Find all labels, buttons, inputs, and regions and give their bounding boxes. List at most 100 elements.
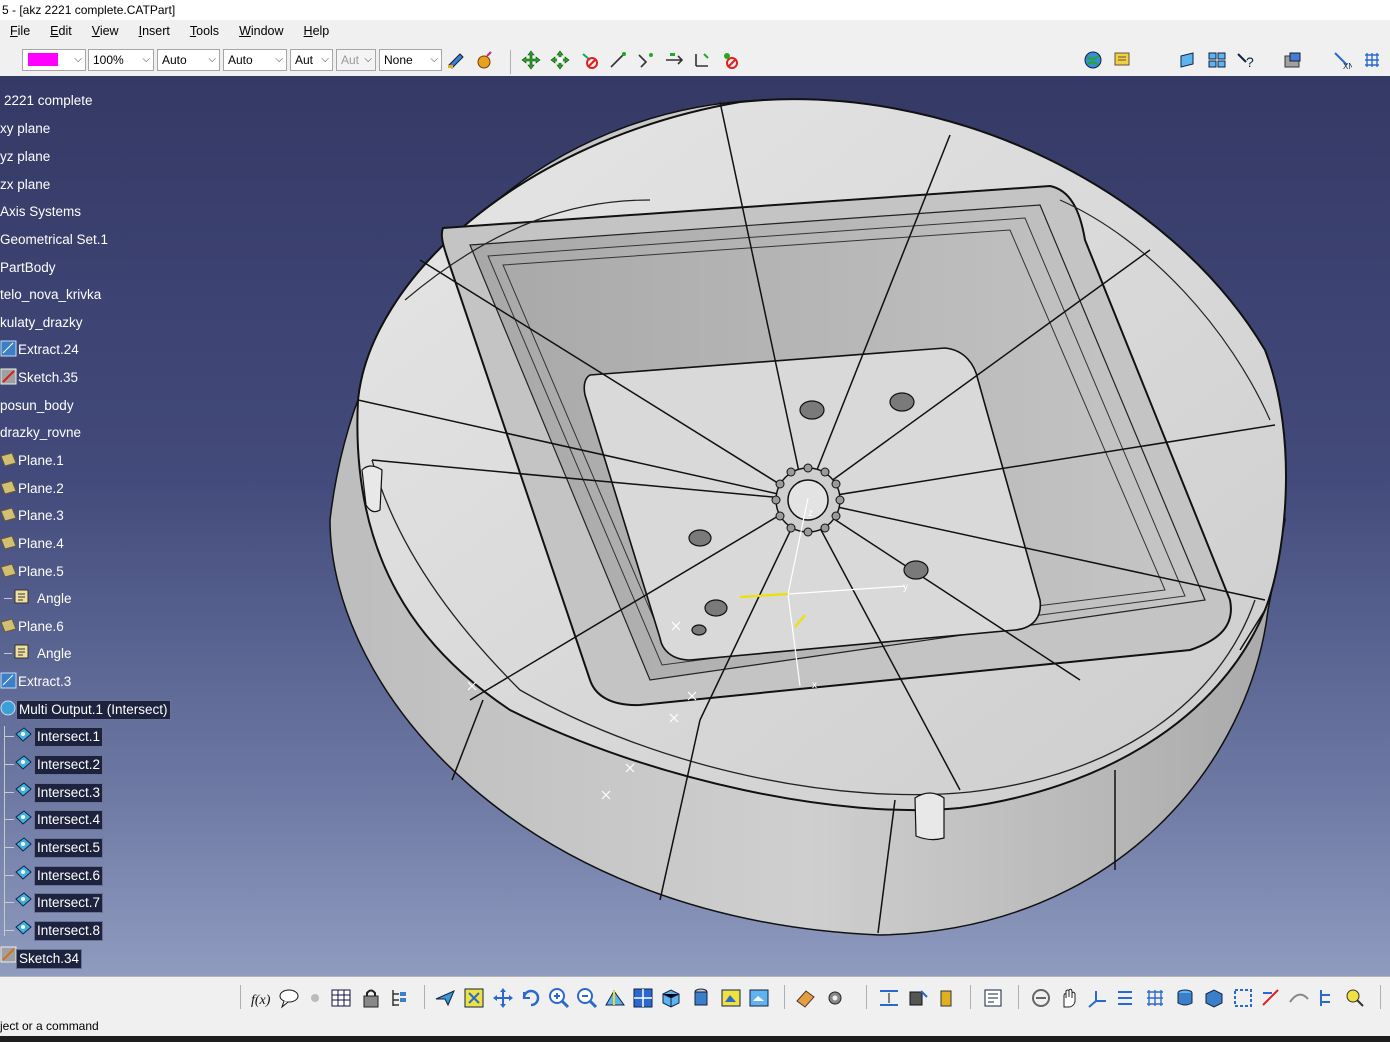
sketch-analysis-icon[interactable] [1030,987,1052,1009]
tree-item-geometrical-set[interactable]: Geometrical Set.1 [0,231,108,249]
fly-mode-icon[interactable] [434,987,456,1009]
swap-space-icon[interactable] [748,987,770,1009]
menu-insert[interactable]: Insert [129,20,180,42]
tree-item-intersect-5[interactable]: Intersect.5 [34,838,104,858]
frame-icon[interactable] [1232,987,1254,1009]
axis-system-icon[interactable] [1086,987,1108,1009]
solid-icon[interactable] [1203,987,1225,1009]
point-symbol-combo[interactable]: Aut ⌵ [290,49,333,71]
list-tree-icon[interactable] [1114,987,1136,1009]
knowledge-icon[interactable] [304,987,326,1009]
snap-icon[interactable] [580,50,600,70]
work-grid-icon[interactable] [1144,987,1166,1009]
measure-item-icon[interactable] [907,987,929,1009]
color-combo[interactable]: ⌵ [22,49,86,71]
comment-icon[interactable] [278,987,300,1009]
menu-file[interactable]: File [0,20,40,42]
tree-item-plane-5[interactable]: Plane.5 [18,563,64,581]
tree-item-intersect-6[interactable]: Intersect.6 [34,866,104,886]
multi-window-icon[interactable] [1207,50,1227,70]
menu-view[interactable]: View [82,20,129,42]
tools-box-icon[interactable] [1283,50,1303,70]
zoom-in-icon[interactable] [548,987,570,1009]
tree-item-partbody[interactable]: PartBody [0,259,56,277]
iso-view-icon[interactable] [660,987,682,1009]
tree-item-angle-2[interactable]: Angle [37,645,72,663]
tree-item-zx-plane[interactable]: zx plane [0,176,50,194]
settings-gear-icon[interactable] [824,987,846,1009]
tree-item-multi-output[interactable]: Multi Output.1 (Intersect) [16,700,171,720]
measure-inertia-icon[interactable] [935,987,957,1009]
rotate-icon[interactable] [550,50,570,70]
shading-icon[interactable] [690,987,712,1009]
formula-icon[interactable]: f(x) [250,987,272,1009]
lock-icon[interactable] [360,987,382,1009]
cylinder-icon[interactable] [1174,987,1196,1009]
tree-expand-icon[interactable] [389,987,411,1009]
tree-item-intersect-4[interactable]: Intersect.4 [34,810,104,830]
fit-all-icon[interactable] [463,987,485,1009]
menu-tools[interactable]: Tools [180,20,229,42]
tree-item-intersect-1[interactable]: Intersect.1 [34,727,104,747]
tree-item-sketch-34[interactable]: Sketch.34 [16,949,83,969]
tree-item-intersect-3[interactable]: Intersect.3 [34,783,104,803]
transparency-combo[interactable]: 100% ⌵ [88,49,154,71]
material-icon[interactable] [794,987,816,1009]
render-style-combo[interactable]: None ⌵ [379,49,442,71]
table-icon[interactable] [330,987,352,1009]
no-snap-icon[interactable] [720,50,740,70]
tree-root[interactable]: 2221 complete [4,92,93,110]
tree-item-intersect-2[interactable]: Intersect.2 [34,755,104,775]
pan-view-icon[interactable] [492,987,514,1009]
tree-item-angle-1[interactable]: Angle [37,590,72,608]
tree-item-extract-24[interactable]: Extract.24 [18,341,79,359]
rotate-view-icon[interactable] [520,987,542,1009]
measure-between-icon[interactable] [878,987,900,1009]
draw-line-icon[interactable] [608,50,628,70]
hide-show-icon[interactable] [720,987,742,1009]
bend-icon[interactable] [636,50,656,70]
tree-item-plane-6[interactable]: Plane.6 [18,618,64,636]
tree-structure-icon[interactable] [1316,987,1338,1009]
tree-item-yz-plane[interactable]: yz plane [0,148,50,166]
grid-icon[interactable] [1362,50,1382,70]
zoom-out-icon[interactable] [576,987,598,1009]
painter-icon[interactable] [446,50,466,70]
tree-item-intersect-8[interactable]: Intersect.8 [34,921,104,941]
tree-item-posun-body[interactable]: posun_body [0,397,74,415]
globe-icon[interactable] [1083,50,1103,70]
sheet-icon[interactable] [1178,50,1198,70]
normal-view-icon[interactable] [604,987,626,1009]
axis-xn-icon[interactable]: XN [1332,50,1352,70]
catalog-browser-icon[interactable] [982,987,1004,1009]
catalog-icon[interactable] [1112,50,1132,70]
constraint-icon[interactable] [1260,987,1282,1009]
align-icon[interactable] [664,50,684,70]
tree-item-plane-1[interactable]: Plane.1 [18,452,64,470]
hand-icon[interactable] [1058,987,1080,1009]
tree-item-xy-plane[interactable]: xy plane [0,120,50,138]
tree-item-sketch-35[interactable]: Sketch.35 [18,369,78,387]
tree-item-plane-2[interactable]: Plane.2 [18,480,64,498]
tree-item-intersect-7[interactable]: Intersect.7 [34,893,104,913]
tree-item-plane-3[interactable]: Plane.3 [18,507,64,525]
tree-item-kulaty-drazky[interactable]: kulaty_drazky [0,314,83,332]
3d-viewport[interactable]: z y x 2221 complete xy plane yz plane zx… [0,76,1390,976]
menu-help[interactable]: Help [294,20,340,42]
menu-window[interactable]: Window [229,20,293,42]
thickness-combo[interactable]: Auto ⌵ [223,49,287,71]
surface-analysis-icon[interactable] [1288,987,1310,1009]
magnifier-star-icon[interactable] [1344,987,1366,1009]
help-icon[interactable]: ? [1236,50,1256,70]
reverse-icon[interactable] [692,50,712,70]
tree-item-axis-systems[interactable]: Axis Systems [0,203,81,221]
pan-icon[interactable] [521,50,541,70]
apply-material-icon[interactable] [475,50,495,70]
tree-item-plane-4[interactable]: Plane.4 [18,535,64,553]
tree-item-extract-3[interactable]: Extract.3 [18,673,71,691]
tree-item-drazky-rovne[interactable]: drazky_rovne [0,424,81,442]
tree-item-telo-nova-krivka[interactable]: telo_nova_krivka [0,286,101,304]
multi-view-icon[interactable] [632,987,654,1009]
menu-edit[interactable]: Edit [40,20,82,42]
linetype-combo[interactable]: Auto ⌵ [157,49,220,71]
